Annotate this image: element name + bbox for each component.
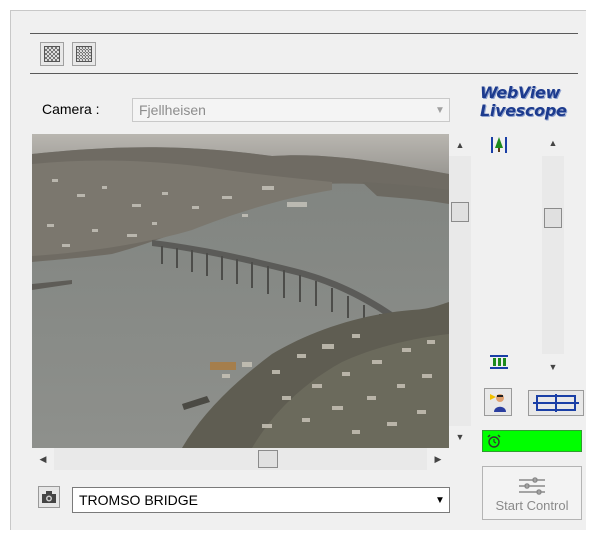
- vertical-scroll-thumb[interactable]: [451, 202, 469, 222]
- zoom-scroll-thumb[interactable]: [544, 208, 562, 228]
- logo-line-2: Livescope: [480, 101, 567, 120]
- control-sliders-icon: [519, 477, 545, 495]
- chevron-down-icon: ▼: [435, 494, 445, 506]
- camera-label: Camera :: [42, 101, 100, 117]
- pattern-hatch-button[interactable]: [72, 42, 96, 66]
- zoom-scroll-down-button[interactable]: ▼: [542, 354, 564, 380]
- scroll-down-button[interactable]: ▼: [449, 426, 471, 448]
- chevron-down-icon: ▼: [435, 104, 445, 116]
- snapshot-button[interactable]: [38, 486, 60, 508]
- zoom-wide-button[interactable]: [488, 352, 510, 372]
- horizontal-scroll-thumb[interactable]: [258, 450, 278, 468]
- scroll-right-button[interactable]: ▶: [427, 448, 449, 470]
- zoom-tele-button[interactable]: [488, 134, 510, 156]
- preset-select-value: TROMSO BRIDGE: [79, 492, 199, 508]
- toolbar-divider: [30, 73, 578, 74]
- scroll-up-button[interactable]: ▲: [449, 134, 471, 156]
- top-divider: [30, 33, 578, 34]
- zoom-wide-trees-icon: [490, 355, 508, 369]
- camera-icon: [42, 491, 56, 503]
- preset-select[interactable]: TROMSO BRIDGE ▼: [72, 487, 450, 513]
- camera-select-value: Fjellheisen: [139, 102, 206, 118]
- frame-resize-button[interactable]: [528, 390, 584, 416]
- frame-resize-icon: [533, 394, 579, 412]
- scroll-left-button[interactable]: ◀: [32, 448, 54, 470]
- pattern-hatch-icon: [76, 46, 92, 62]
- status-indicator: [482, 430, 582, 452]
- video-horizontal-scrollbar[interactable]: ◀ ▶: [32, 448, 449, 470]
- zoom-scrollbar[interactable]: ▲ ▼: [542, 130, 564, 380]
- person-camera-icon: [490, 394, 506, 412]
- pattern-grid-button[interactable]: [40, 42, 64, 66]
- logo-line-1: WebView: [480, 83, 561, 102]
- bridge-scene-image: [32, 134, 449, 448]
- pattern-grid-icon: [44, 46, 60, 62]
- zoom-tele-tree-icon: [491, 137, 507, 153]
- alarm-clock-icon: [487, 434, 501, 448]
- zoom-scroll-up-button[interactable]: ▲: [542, 130, 564, 156]
- start-control-button[interactable]: Start Control: [482, 466, 582, 520]
- person-camera-button[interactable]: [484, 388, 512, 416]
- camera-video-feed[interactable]: [32, 134, 449, 448]
- video-vertical-scrollbar[interactable]: ▲ ▼: [449, 134, 471, 448]
- webview-livescope-logo: WebView Livescope: [480, 84, 586, 120]
- start-control-label: Start Control: [495, 498, 569, 513]
- camera-select[interactable]: Fjellheisen ▼: [132, 98, 450, 122]
